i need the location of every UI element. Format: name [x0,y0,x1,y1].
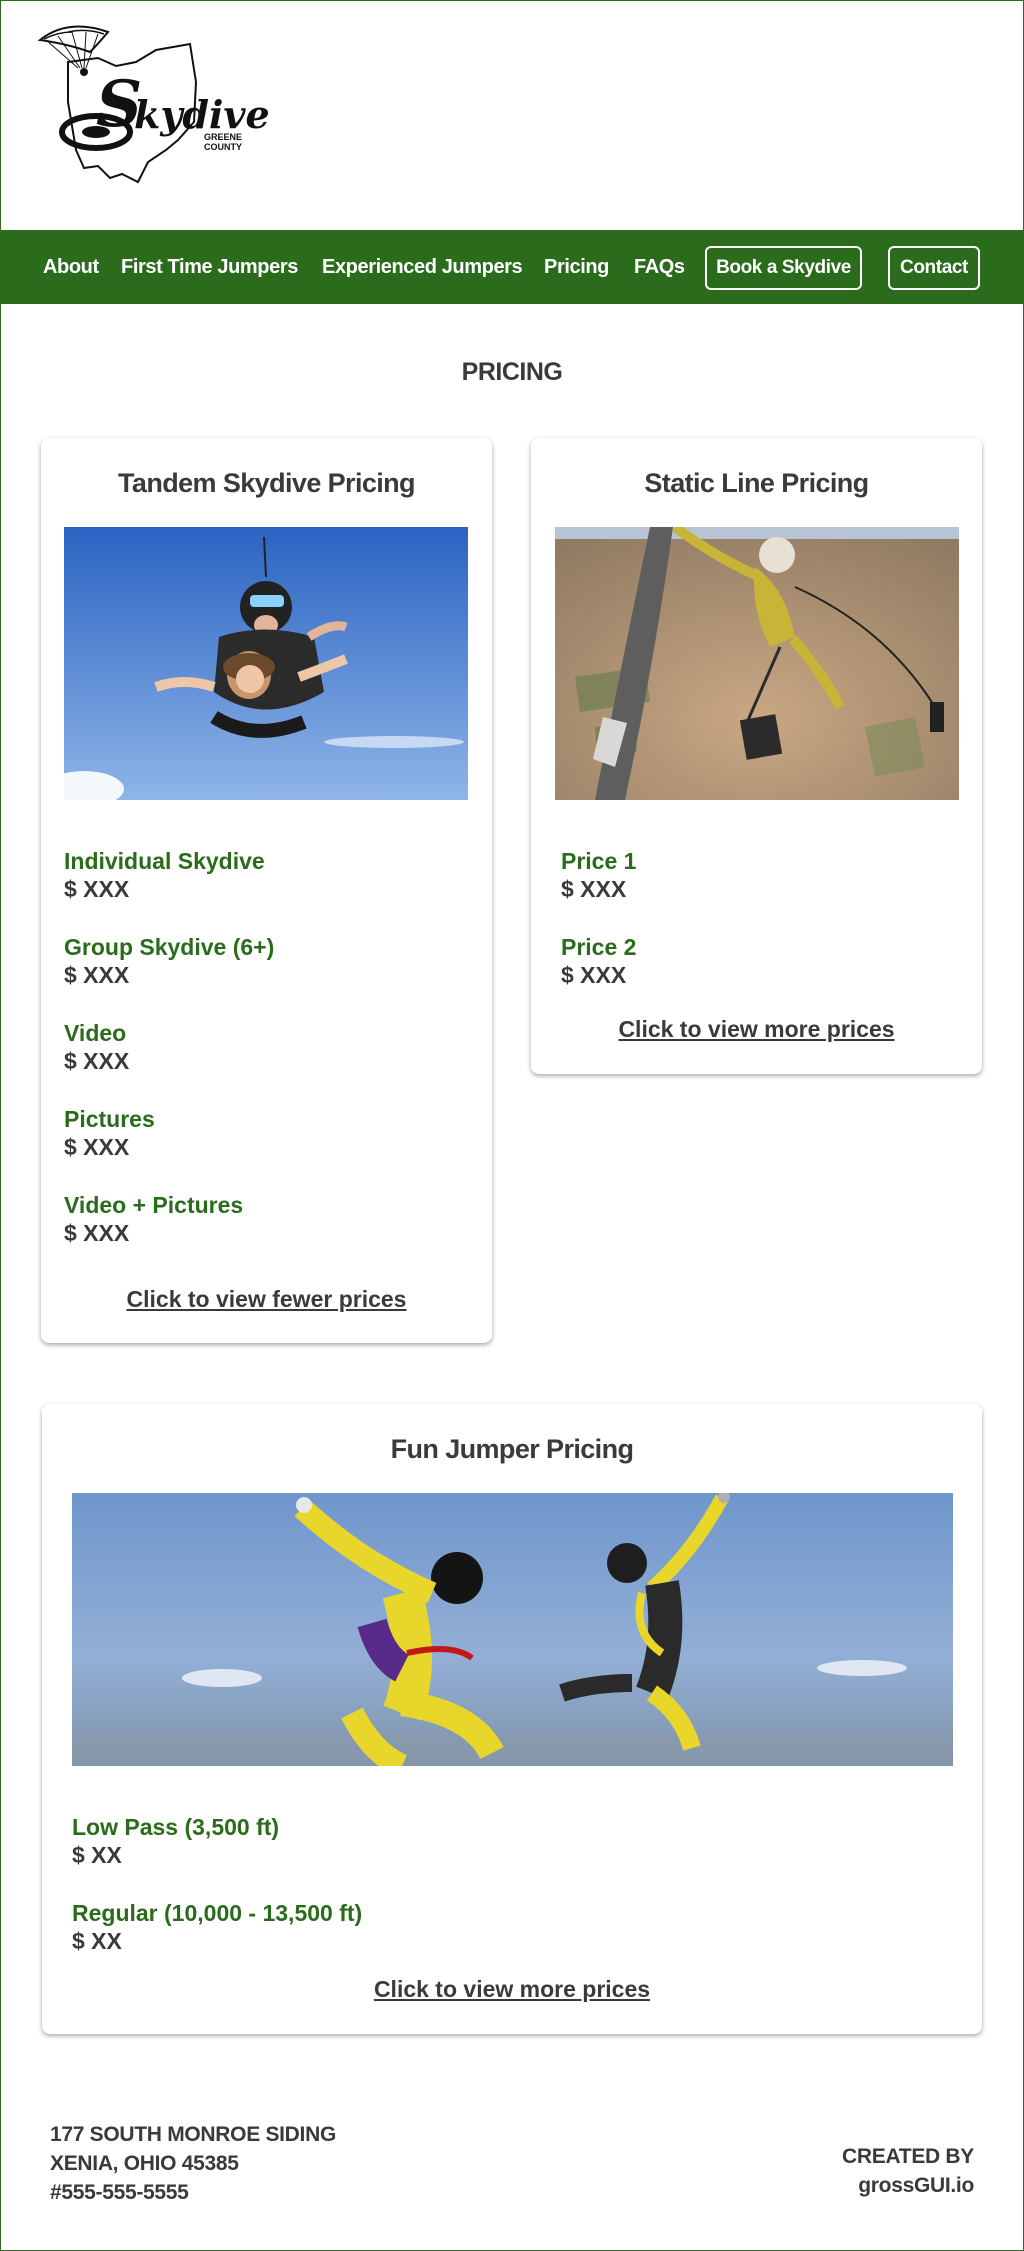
nav-pricing[interactable]: Pricing [544,230,609,304]
nav-first-time-jumpers[interactable]: First Time Jumpers [121,230,298,304]
tandem-fewer-prices-link[interactable]: Click to view fewer prices [41,1286,492,1313]
fun-jumper-price-value-1: $ XX [72,1842,122,1868]
nav-experienced-jumpers[interactable]: Experienced Jumpers [322,230,523,304]
book-skydive-button[interactable]: Book a Skydive [705,246,862,290]
tandem-price-value-5: $ XXX [64,1220,130,1246]
fun-jumper-card-title: Fun Jumper Pricing [390,1434,634,1464]
tandem-price-name-5: Video + Pictures [64,1192,244,1218]
fun-jumper-more-prices-link[interactable]: Click to view more prices [42,1976,982,2003]
tandem-card-title: Tandem Skydive Pricing [118,468,416,498]
logo-icon: S kydive GREENE COUNTY [37,25,270,184]
formation-skydivers-photo [72,1493,953,1766]
tandem-price-name-3: Video [64,1020,127,1046]
phone-number[interactable]: #555-555-5555 [50,2178,336,2207]
fun-jumper-pricing-card: Fun Jumper Pricing Low Pass (3,500 ft) $… [42,1404,982,2034]
tandem-price-value-1: $ XXX [64,876,130,902]
page-title: PRICING [461,358,563,386]
svg-text:kydive: kydive [134,92,270,137]
static-line-pricing-card: Static Line Pricing Price 1 $ XXX Price … [531,438,982,1074]
address-line-2: XENIA, OHIO 45385 [50,2152,239,2175]
svg-text:GREENE: GREENE [204,132,242,142]
tandem-price-value-3: $ XXX [64,1048,130,1074]
static-line-jumper-photo [555,527,959,800]
tandem-price-name-1: Individual Skydive [64,848,265,874]
nav-faqs[interactable]: FAQs [634,230,685,304]
main-nav: About First Time Jumpers Experienced Jum… [0,230,1024,304]
tandem-price-value-4: $ XXX [64,1134,130,1160]
tandem-pricing-card: Tandem Skydive Pricing Individual Skydiv… [41,438,492,1343]
credit-line-1: CREATED BY [842,2145,974,2168]
footer-address: 177 SOUTH MONROE SIDING XENIA, OHIO 4538… [50,2120,336,2207]
fun-jumper-price-value-2: $ XX [72,1928,122,1954]
static-line-price-name-2: Price 2 [561,934,637,960]
site-header: S kydive GREENE COUNTY [0,0,1024,230]
tandem-skydivers-photo [64,527,468,800]
address-line-1: 177 SOUTH MONROE SIDING [50,2123,336,2146]
skydive-logo[interactable]: S kydive GREENE COUNTY [37,22,270,184]
tandem-price-value-2: $ XXX [64,962,130,988]
tandem-price-name-2: Group Skydive (6+) [64,934,275,960]
static-line-more-prices-link[interactable]: Click to view more prices [531,1016,982,1043]
credit-link[interactable]: grossGUI.io [842,2171,974,2200]
svg-text:COUNTY: COUNTY [204,142,242,152]
contact-button[interactable]: Contact [888,246,980,290]
static-line-card-title: Static Line Pricing [644,468,869,498]
nav-about[interactable]: About [43,230,99,304]
fun-jumper-price-name-2: Regular (10,000 - 13,500 ft) [72,1900,363,1926]
static-line-price-value-2: $ XXX [561,962,627,988]
footer-credit: CREATED BY grossGUI.io [842,2142,974,2200]
static-line-price-name-1: Price 1 [561,848,637,874]
fun-jumper-price-name-1: Low Pass (3,500 ft) [72,1814,280,1840]
tandem-price-name-4: Pictures [64,1106,155,1132]
static-line-price-value-1: $ XXX [561,876,627,902]
